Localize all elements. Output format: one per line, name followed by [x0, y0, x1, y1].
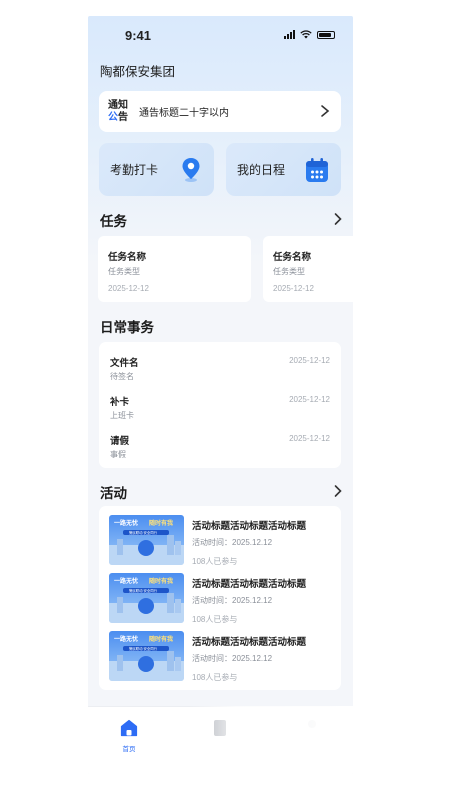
notice-tag-line2a: 公: [108, 111, 118, 123]
activity-time: 活动时间：2025.12.12: [192, 654, 273, 663]
svg-text:警民联动 安全同行: 警民联动 安全同行: [129, 530, 158, 535]
daily-item[interactable]: 请假 事假 2025-12-12: [99, 429, 341, 465]
notice-tag-line1: 通知: [108, 99, 128, 111]
daily-item-name: 补卡: [110, 397, 130, 408]
battery-icon: [317, 30, 335, 39]
activity-title: 活动标题活动标题活动标题: [192, 637, 307, 648]
activities-section-title: 活动: [100, 482, 128, 503]
activity-banner-art: 一路无忧 随时有我 警民联动 安全同行: [109, 577, 184, 623]
status-time: 9:41: [125, 28, 152, 43]
daily-list: 文件名 待签名 2025-12-12 补卡 上班卡 2025-12-12 请假 …: [99, 342, 341, 468]
company-name: 陶都保安集团: [100, 65, 176, 79]
daily-item[interactable]: 补卡 上班卡 2025-12-12: [99, 390, 341, 426]
notice-tag-line2b: 告: [118, 111, 128, 123]
activity-time: 活动时间：2025.12.12: [192, 596, 273, 605]
activity-title: 活动标题活动标题活动标题: [192, 579, 307, 590]
daily-section-title: 日常事务: [100, 316, 154, 337]
svg-text:警民联动 安全同行: 警民联动 安全同行: [129, 646, 158, 651]
schedule-label: 我的日程: [237, 163, 286, 177]
task-type: 任务类型: [108, 267, 140, 276]
signal-icon: [284, 30, 295, 39]
bottom-fade-overlay: [188, 706, 353, 774]
task-card[interactable]: 任务名称 任务类型 2025-12-12: [98, 236, 251, 302]
location-pin-icon: [182, 158, 200, 182]
activity-title: 活动标题活动标题活动标题: [192, 521, 307, 532]
notice-title: 通告标题二十字以内: [139, 108, 229, 119]
status-icons: [284, 30, 335, 39]
svg-text:警民联动 安全同行: 警民联动 安全同行: [129, 588, 158, 593]
task-type: 任务类型: [273, 267, 305, 276]
daily-item[interactable]: 文件名 待签名 2025-12-12: [99, 351, 341, 387]
activity-banner-art: 一路无忧 随时有我 警民联动 安全同行: [109, 519, 184, 565]
task-card[interactable]: 任务名称 任务类型 2025-12-12: [263, 236, 353, 302]
task-name: 任务名称: [273, 252, 312, 263]
status-bar: 9:41: [88, 16, 353, 56]
daily-item-date: 2025-12-12: [289, 395, 330, 404]
svg-text:随时有我: 随时有我: [149, 577, 173, 585]
notice-banner[interactable]: 通知 公告 通告标题二十字以内: [99, 91, 341, 132]
wifi-icon: [300, 30, 312, 39]
task-name: 任务名称: [108, 252, 147, 263]
daily-item-sub: 上班卡: [110, 411, 134, 420]
daily-item-date: 2025-12-12: [289, 356, 330, 365]
daily-item-sub: 待签名: [110, 372, 134, 381]
svg-text:一路无忧: 一路无忧: [114, 635, 138, 643]
activity-banner-image: 一路无忧 随时有我 警民联动 安全同行: [109, 515, 184, 565]
activity-item[interactable]: 一路无忧 随时有我 警民联动 安全同行 活动标题活动标题活动标题 活动时间：20…: [109, 573, 334, 625]
daily-item-name: 文件名: [110, 358, 139, 369]
activity-time: 活动时间：2025.12.12: [192, 538, 273, 547]
tasks-section-title: 任务: [100, 210, 128, 231]
calendar-icon: [306, 158, 328, 182]
daily-item-name: 请假: [110, 436, 130, 447]
activity-participants: 108人已参与: [192, 557, 238, 566]
notice-tag: 通知 公告: [108, 100, 132, 124]
attendance-label: 考勤打卡: [110, 163, 159, 177]
schedule-card[interactable]: 我的日程: [226, 143, 341, 196]
activity-item[interactable]: 一路无忧 随时有我 警民联动 安全同行 活动标题活动标题活动标题 活动时间：20…: [109, 631, 334, 683]
activity-banner-image: 一路无忧 随时有我 警民联动 安全同行: [109, 631, 184, 681]
activity-participants: 108人已参与: [192, 615, 238, 624]
chevron-right-icon: [321, 105, 330, 117]
svg-text:一路无忧: 一路无忧: [114, 519, 138, 527]
svg-text:随时有我: 随时有我: [149, 635, 173, 643]
tab-home-label: 首页: [122, 746, 136, 753]
activity-participants: 108人已参与: [192, 673, 238, 682]
home-icon: [120, 719, 138, 737]
task-date: 2025-12-12: [108, 284, 149, 293]
activity-item[interactable]: 一路无忧 随时有我 警民联动 安全同行 活动标题活动标题活动标题 活动时间：20…: [109, 515, 334, 567]
app-screen: 9:41 陶都保安集团 通知 公告 通告标题二十字以内 考勤打卡 我的日程 任务…: [88, 16, 353, 774]
activity-list: 一路无忧 随时有我 警民联动 安全同行 活动标题活动标题活动标题 活动时间：20…: [99, 506, 341, 690]
tab-home[interactable]: 首页: [109, 719, 149, 753]
svg-text:随时有我: 随时有我: [149, 519, 173, 527]
daily-item-date: 2025-12-12: [289, 434, 330, 443]
activity-banner-art: 一路无忧 随时有我 警民联动 安全同行: [109, 635, 184, 681]
task-date: 2025-12-12: [273, 284, 314, 293]
attendance-card[interactable]: 考勤打卡: [99, 143, 214, 196]
activity-banner-image: 一路无忧 随时有我 警民联动 安全同行: [109, 573, 184, 623]
daily-item-sub: 事假: [110, 450, 126, 459]
tasks-more-chevron-icon[interactable]: [333, 212, 343, 226]
activities-more-chevron-icon[interactable]: [333, 484, 343, 498]
svg-text:一路无忧: 一路无忧: [114, 577, 138, 585]
